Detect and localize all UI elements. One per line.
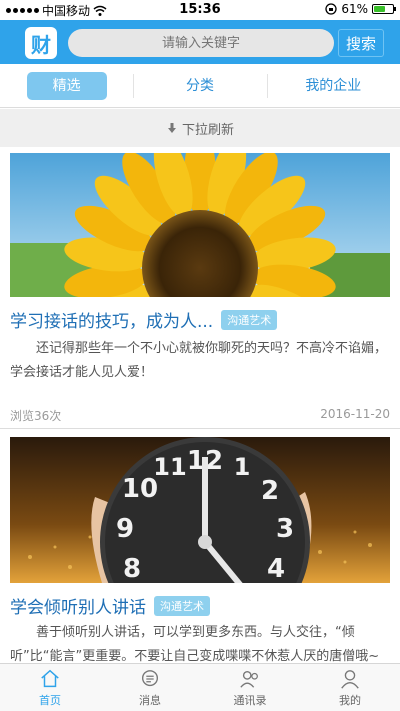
battery-percent: 61% — [341, 2, 368, 16]
article-card[interactable]: 学习接话的技巧，成为人... 沟通艺术 还记得那些年一个不小心就被你聊死的天吗？… — [0, 147, 400, 428]
article-title-row: 学会倾听别人讲话 沟通艺术 — [10, 593, 210, 618]
tab-featured-label: 精选 — [26, 71, 107, 100]
article-description: 还记得那些年一个不小心就被你聊死的天吗？不高冷不谄媚，学会接话才能人见人爱！ — [10, 341, 388, 380]
status-bar: 中国移动 15:36 61% — [0, 0, 400, 20]
svg-text:11: 11 — [153, 453, 186, 481]
svg-text:9: 9 — [116, 514, 134, 544]
nav-home[interactable]: 首页 — [0, 664, 100, 711]
nav-profile[interactable]: 我的 — [300, 664, 400, 711]
svg-text:1: 1 — [234, 453, 251, 481]
article-meta: 浏览36次 2016-11-20 — [10, 407, 390, 424]
svg-text:8: 8 — [123, 554, 141, 583]
article-image-sunflower[interactable] — [10, 153, 390, 297]
tab-featured[interactable]: 精选 — [0, 64, 133, 108]
app-logo[interactable]: 财 — [25, 27, 57, 59]
svg-text:3: 3 — [276, 514, 294, 544]
nav-contacts[interactable]: 通讯录 — [200, 664, 300, 711]
category-tabs: 精选 分类 我的企业 — [0, 64, 400, 108]
nav-messages[interactable]: 消息 — [100, 664, 200, 711]
article-views: 浏览36次 — [10, 409, 62, 423]
svg-text:10: 10 — [122, 474, 158, 504]
svg-text:2: 2 — [261, 476, 279, 506]
status-right: 61% — [325, 2, 396, 16]
article-image-clock[interactable]: 12 11 10 9 8 1 2 3 4 — [10, 437, 390, 583]
app-header: 财 搜索 — [0, 20, 400, 64]
battery-fill — [374, 6, 385, 12]
article-date: 2016-11-20 — [320, 407, 390, 421]
article-card[interactable]: 12 11 10 9 8 1 2 3 4 学会倾听别人讲话 沟通艺术 善于倾听别… — [0, 429, 400, 664]
article-title[interactable]: 学习接话的技巧，成为人... — [10, 307, 213, 332]
svg-text:4: 4 — [267, 554, 285, 583]
nav-home-label: 首页 — [39, 693, 61, 707]
nav-profile-label: 我的 — [339, 693, 361, 707]
contacts-icon — [240, 670, 258, 688]
home-icon — [41, 669, 59, 687]
bottom-nav: 首页 消息 通讯录 我的 — [0, 663, 400, 711]
battery-icon — [372, 4, 396, 14]
arrow-down-icon — [167, 123, 176, 133]
lock-rotation-icon — [325, 3, 337, 15]
article-description: 善于倾听别人讲话，可以学到更多东西。与人交往，“倾听”比“能言”更重要。不要让自… — [10, 625, 380, 664]
tab-categories-label: 分类 — [185, 77, 214, 94]
pull-refresh-hint: 下拉刷新 — [0, 109, 400, 147]
nav-contacts-label: 通讯录 — [233, 693, 267, 707]
search-button[interactable]: 搜索 — [338, 29, 384, 57]
search-input[interactable] — [68, 29, 334, 57]
nav-messages-label: 消息 — [139, 693, 161, 707]
article-title[interactable]: 学会倾听别人讲话 — [10, 593, 146, 618]
article-title-row: 学习接话的技巧，成为人... 沟通艺术 — [10, 307, 278, 332]
app-logo-text: 财 — [31, 32, 51, 57]
article-tag[interactable]: 沟通艺术 — [154, 595, 210, 616]
pull-refresh-label: 下拉刷新 — [181, 122, 234, 138]
tab-categories[interactable]: 分类 — [133, 64, 266, 108]
message-icon — [141, 669, 159, 686]
tab-my-company[interactable]: 我的企业 — [266, 64, 400, 108]
article-tag[interactable]: 沟通艺术 — [221, 309, 278, 330]
profile-icon — [341, 669, 359, 689]
tab-my-company-label: 我的企业 — [305, 77, 362, 94]
